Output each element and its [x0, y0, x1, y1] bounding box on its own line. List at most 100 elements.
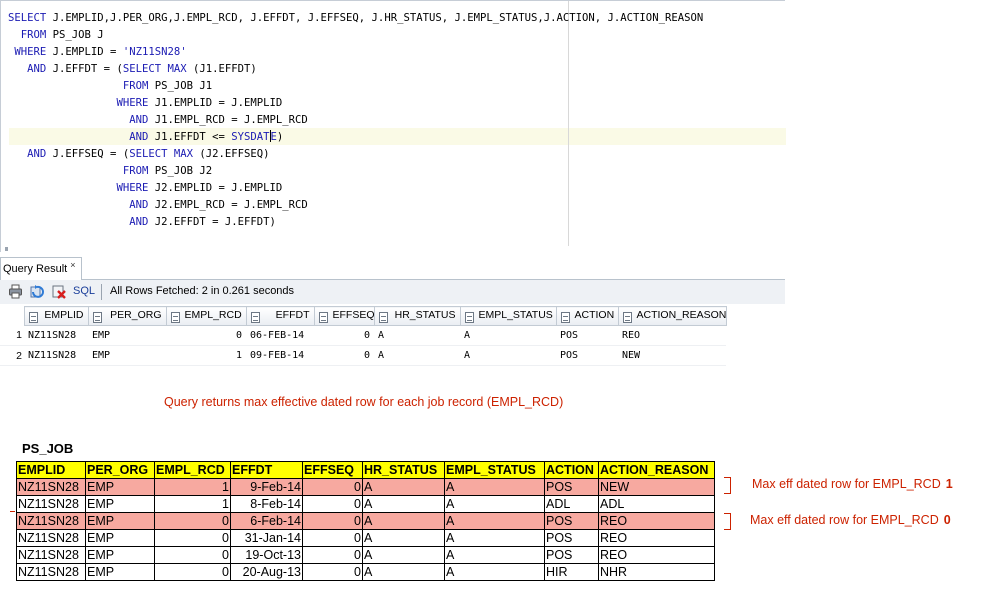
ps-job-cell: 0 [154, 546, 231, 564]
ps-job-cell: NZ11SN28 [16, 495, 86, 513]
ps-job-cell: NZ11SN28 [16, 512, 86, 530]
sql-text: J1.EMPL_RCD = J.EMPL_RCD [148, 114, 308, 126]
ps-job-cell: 0 [302, 495, 363, 513]
ps-job-cell: A [362, 529, 445, 547]
cancel-query-icon[interactable] [52, 284, 67, 299]
toolbar-separator [101, 284, 102, 300]
sql-link[interactable]: SQL [73, 285, 95, 297]
ps-job-cell: NEW [598, 478, 715, 496]
column-type-icon [622, 312, 632, 323]
tab-query-result[interactable]: Query Result × [0, 257, 83, 281]
ps-job-cell: 0 [154, 512, 231, 530]
ps-job-column-header: HR_STATUS [362, 461, 445, 479]
ps-job-cell: 0 [302, 478, 363, 496]
result-column-header[interactable]: EMPL_RCD [165, 306, 247, 326]
ps-job-cell: 6-Feb-14 [230, 512, 303, 530]
ps-job-cell: A [444, 512, 545, 530]
result-cell[interactable]: A [460, 325, 556, 346]
ps-job-cell: A [362, 563, 445, 581]
result-cell[interactable]: NEW [618, 345, 726, 366]
column-type-icon [92, 312, 102, 323]
result-body: 1 NZ11SN28 EMP 0 06-FEB-14 0 A A POS REO 2 NZ11SN28… [0, 325, 726, 366]
fetch-status: All Rows Fetched: 2 in 0.261 seconds [110, 285, 295, 297]
result-cell[interactable]: 0 [314, 325, 374, 346]
result-cell[interactable]: EMP [88, 325, 166, 346]
result-cell[interactable]: A [460, 345, 556, 366]
column-type-icon [318, 312, 328, 323]
result-cell[interactable]: EMP [88, 345, 166, 366]
sql-line[interactable]: FROM PS_JOB J2 [8, 163, 703, 180]
sql-line[interactable]: FROM PS_JOB J [8, 27, 703, 44]
sql-text: (J2.EFFSEQ) [193, 148, 270, 160]
result-cell[interactable]: 0 [314, 345, 374, 366]
sql-line[interactable]: WHERE J1.EMPLID = J.EMPLID [8, 95, 703, 112]
sql-text: J.EFFSEQ = ( [46, 148, 130, 160]
result-column-header[interactable]: EFFSEQ [313, 306, 375, 326]
sql-code[interactable]: SELECT J.EMPLID,J.PER_ORG,J.EMPL_RCD, J.… [8, 10, 703, 231]
sql-line[interactable]: AND J2.EMPL_RCD = J.EMPL_RCD [8, 197, 703, 214]
result-cell[interactable]: A [374, 325, 460, 346]
row-number[interactable]: 2 [0, 345, 24, 366]
result-cell[interactable]: 06-FEB-14 [246, 325, 314, 346]
row-marker [10, 511, 15, 512]
result-column-header[interactable]: ACTION [555, 306, 619, 326]
sql-keyword: AND [27, 148, 47, 160]
sql-editor[interactable]: SELECT J.EMPLID,J.PER_ORG,J.EMPL_RCD, J.… [0, 0, 786, 252]
sql-line[interactable]: SELECT J.EMPLID,J.PER_ORG,J.EMPL_RCD, J.… [8, 10, 703, 27]
ps-job-cell: REO [598, 512, 715, 530]
annotation-bracket-0 [724, 513, 731, 530]
result-row[interactable]: 2 NZ11SN28 EMP 1 09-FEB-14 0 A A POS NEW [0, 345, 726, 366]
ps-job-cell: HIR [544, 563, 599, 581]
result-column-header[interactable]: EMPLID [23, 306, 89, 326]
result-cell[interactable]: NZ11SN28 [24, 325, 88, 346]
result-column-header[interactable]: ACTION_REASON [617, 306, 727, 326]
refresh-icon[interactable] [30, 284, 45, 299]
sql-line[interactable]: AND J.EFFDT = (SELECT MAX (J1.EFFDT) [8, 61, 703, 78]
ps-job-cell: 0 [302, 529, 363, 547]
sql-line[interactable]: AND J.EFFSEQ = (SELECT MAX (J2.EFFSEQ) [8, 146, 703, 163]
print-icon[interactable] [8, 284, 23, 299]
ps-job-cell: A [444, 529, 545, 547]
result-cell[interactable]: 0 [166, 325, 246, 346]
row-number[interactable]: 1 [0, 325, 24, 346]
annotation-empl-rcd-1: Max eff dated row for EMPL_RCD 1 [752, 477, 953, 491]
result-grid[interactable]: EMPLID PER_ORG EMPL_RCD EFFDT EFFSEQ HR_STATU… [0, 304, 785, 372]
sql-line[interactable]: WHERE J.EMPLID = 'NZ11SN28' [8, 44, 703, 61]
result-cell[interactable]: REO [618, 325, 726, 346]
tab-query-result-label: Query Result [3, 263, 68, 275]
ps-job-body: NZ11SN28 EMP 1 9-Feb-14 0 A A POS NEW NZ11SN28 EMP… [16, 478, 715, 581]
sql-keyword: SELECT [129, 148, 168, 160]
ps-job-cell: 9-Feb-14 [230, 478, 303, 496]
result-cell[interactable]: 09-FEB-14 [246, 345, 314, 366]
result-cell[interactable]: POS [556, 325, 618, 346]
result-cell[interactable]: A [374, 345, 460, 366]
result-column-header[interactable]: PER_ORG [87, 306, 167, 326]
ps-job-cell: 0 [302, 546, 363, 564]
tab-close-icon[interactable]: × [70, 260, 75, 270]
result-row[interactable]: 1 NZ11SN28 EMP 0 06-FEB-14 0 A A POS REO [0, 325, 726, 346]
ps-job-cell: 0 [154, 563, 231, 581]
sql-text: PS_JOB J [46, 29, 104, 41]
ps-job-cell: ADL [598, 495, 715, 513]
result-cell[interactable]: NZ11SN28 [24, 345, 88, 366]
sql-line[interactable]: FROM PS_JOB J1 [8, 78, 703, 95]
sql-keyword: FROM [20, 29, 47, 41]
ps-job-row: NZ11SN28 EMP 0 19-Oct-13 0 A A POS REO [16, 546, 715, 564]
annotation-empl-rcd-0: Max eff dated row for EMPL_RCD 0 [750, 513, 951, 527]
result-cell[interactable]: 1 [166, 345, 246, 366]
sql-keyword: WHERE [14, 46, 47, 58]
sql-line[interactable]: AND J2.EFFDT = J.EFFDT) [8, 214, 703, 231]
result-table[interactable]: EMPLID PER_ORG EMPL_RCD EFFDT EFFSEQ HR_STATU… [0, 306, 727, 366]
result-tab-strip: Query Result × [0, 252, 785, 281]
result-column-header[interactable]: EFFDT [245, 306, 315, 326]
result-column-header[interactable]: HR_STATUS [373, 306, 461, 326]
sql-line[interactable]: WHERE J2.EMPLID = J.EMPLID [8, 180, 703, 197]
sql-text: J.EMPLID = [46, 46, 123, 58]
sql-line[interactable]: AND J1.EFFDT <= SYSDATE) [8, 129, 703, 146]
ps-job-title: PS_JOB [22, 441, 74, 456]
result-cell[interactable]: POS [556, 345, 618, 366]
sql-line[interactable]: AND J1.EMPL_RCD = J.EMPL_RCD [8, 112, 703, 129]
result-column-header[interactable]: EMPL_STATUS [459, 306, 557, 326]
